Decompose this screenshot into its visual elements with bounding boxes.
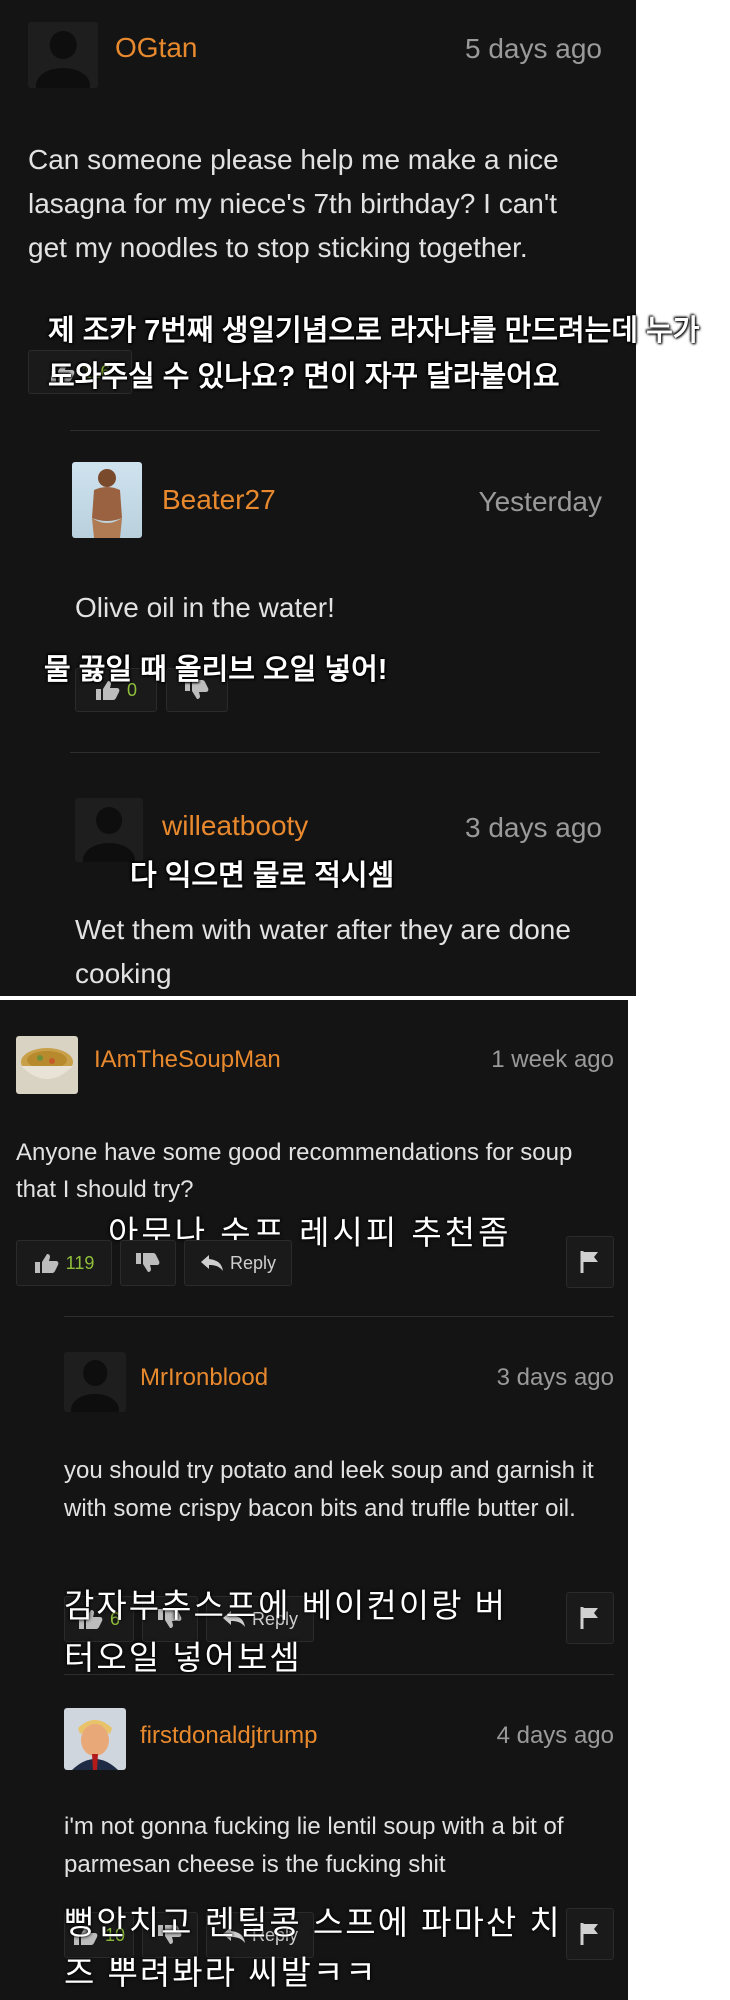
reply-label: Reply <box>229 1252 277 1273</box>
comment-text: Olive oil in the water! <box>75 592 335 623</box>
flag-button[interactable] <box>566 1592 614 1644</box>
translation-caption: 감자부추스프에 베이컨이랑 버터오일 넣어보셈 <box>64 1587 508 1676</box>
divider <box>64 1316 614 1317</box>
comment-text: Wet them with water after they are done … <box>75 914 571 989</box>
like-button[interactable]: 119 <box>16 1240 112 1286</box>
username[interactable]: firstdonaldjtrump <box>140 1722 317 1750</box>
timestamp: 3 days ago <box>496 1364 614 1391</box>
comment-thread-soup: IAmTheSoupMan 1 week ago Anyone have som… <box>0 1000 628 2000</box>
reply-arrow-icon <box>200 1254 224 1272</box>
thumbs-down-icon <box>135 1252 161 1274</box>
flag-icon <box>580 1250 600 1274</box>
comment-text: you should try potato and leek soup and … <box>64 1457 594 1522</box>
avatar[interactable] <box>64 1708 126 1770</box>
username[interactable]: IAmTheSoupMan <box>94 1046 281 1074</box>
reply-button[interactable]: Reply <box>184 1240 292 1286</box>
username[interactable]: OGtan <box>115 32 197 64</box>
avatar-portrait-icon <box>72 1720 118 1770</box>
soup-bowl-icon <box>21 1048 73 1079</box>
avatar[interactable] <box>16 1036 78 1094</box>
username[interactable]: MrIronblood <box>140 1364 268 1392</box>
timestamp: Yesterday <box>478 486 603 517</box>
avatar[interactable] <box>28 22 98 88</box>
thumbs-up-icon <box>34 1252 60 1274</box>
dislike-button[interactable] <box>120 1240 176 1286</box>
divider <box>64 1674 614 1675</box>
translation-caption: 물 끓일 때 올리브 오일 넣어! <box>44 654 388 686</box>
flag-icon <box>580 1606 600 1630</box>
comment-text: Can someone please help me make a nice l… <box>28 144 559 263</box>
flag-icon <box>580 1922 600 1946</box>
divider <box>70 430 600 431</box>
translation-caption: 뻥안치고 렌틸콩 스프에 파마산 치즈 뿌려봐라 씨발ㅋㅋ <box>64 1904 562 1991</box>
flag-button[interactable] <box>566 1236 614 1288</box>
translation-caption: 제 조카 7번째 생일기념으로 라자냐를 만드려는데 누가 도와주실 수 있나요… <box>48 315 700 393</box>
flag-button[interactable] <box>566 1908 614 1960</box>
avatar[interactable] <box>64 1352 126 1412</box>
timestamp: 5 days ago <box>465 33 602 64</box>
avatar-figure-icon <box>92 469 122 538</box>
divider <box>70 752 600 753</box>
username[interactable]: Beater27 <box>162 484 276 516</box>
comment-text: Anyone have some good recommendations fo… <box>16 1139 573 1203</box>
translation-caption: 다 익으면 물로 적시셈 <box>130 860 395 892</box>
comment-text: i'm not gonna fucking lie lentil soup wi… <box>64 1813 564 1878</box>
timestamp: 4 days ago <box>496 1722 614 1749</box>
comment-thread-lasagna: OGtan 5 days ago Can someone please help… <box>0 0 699 996</box>
avatar[interactable] <box>72 462 142 538</box>
timestamp: 1 week ago <box>491 1046 614 1073</box>
username[interactable]: willeatbooty <box>162 810 308 842</box>
like-count: 119 <box>65 1252 95 1273</box>
timestamp: 3 days ago <box>465 812 602 843</box>
